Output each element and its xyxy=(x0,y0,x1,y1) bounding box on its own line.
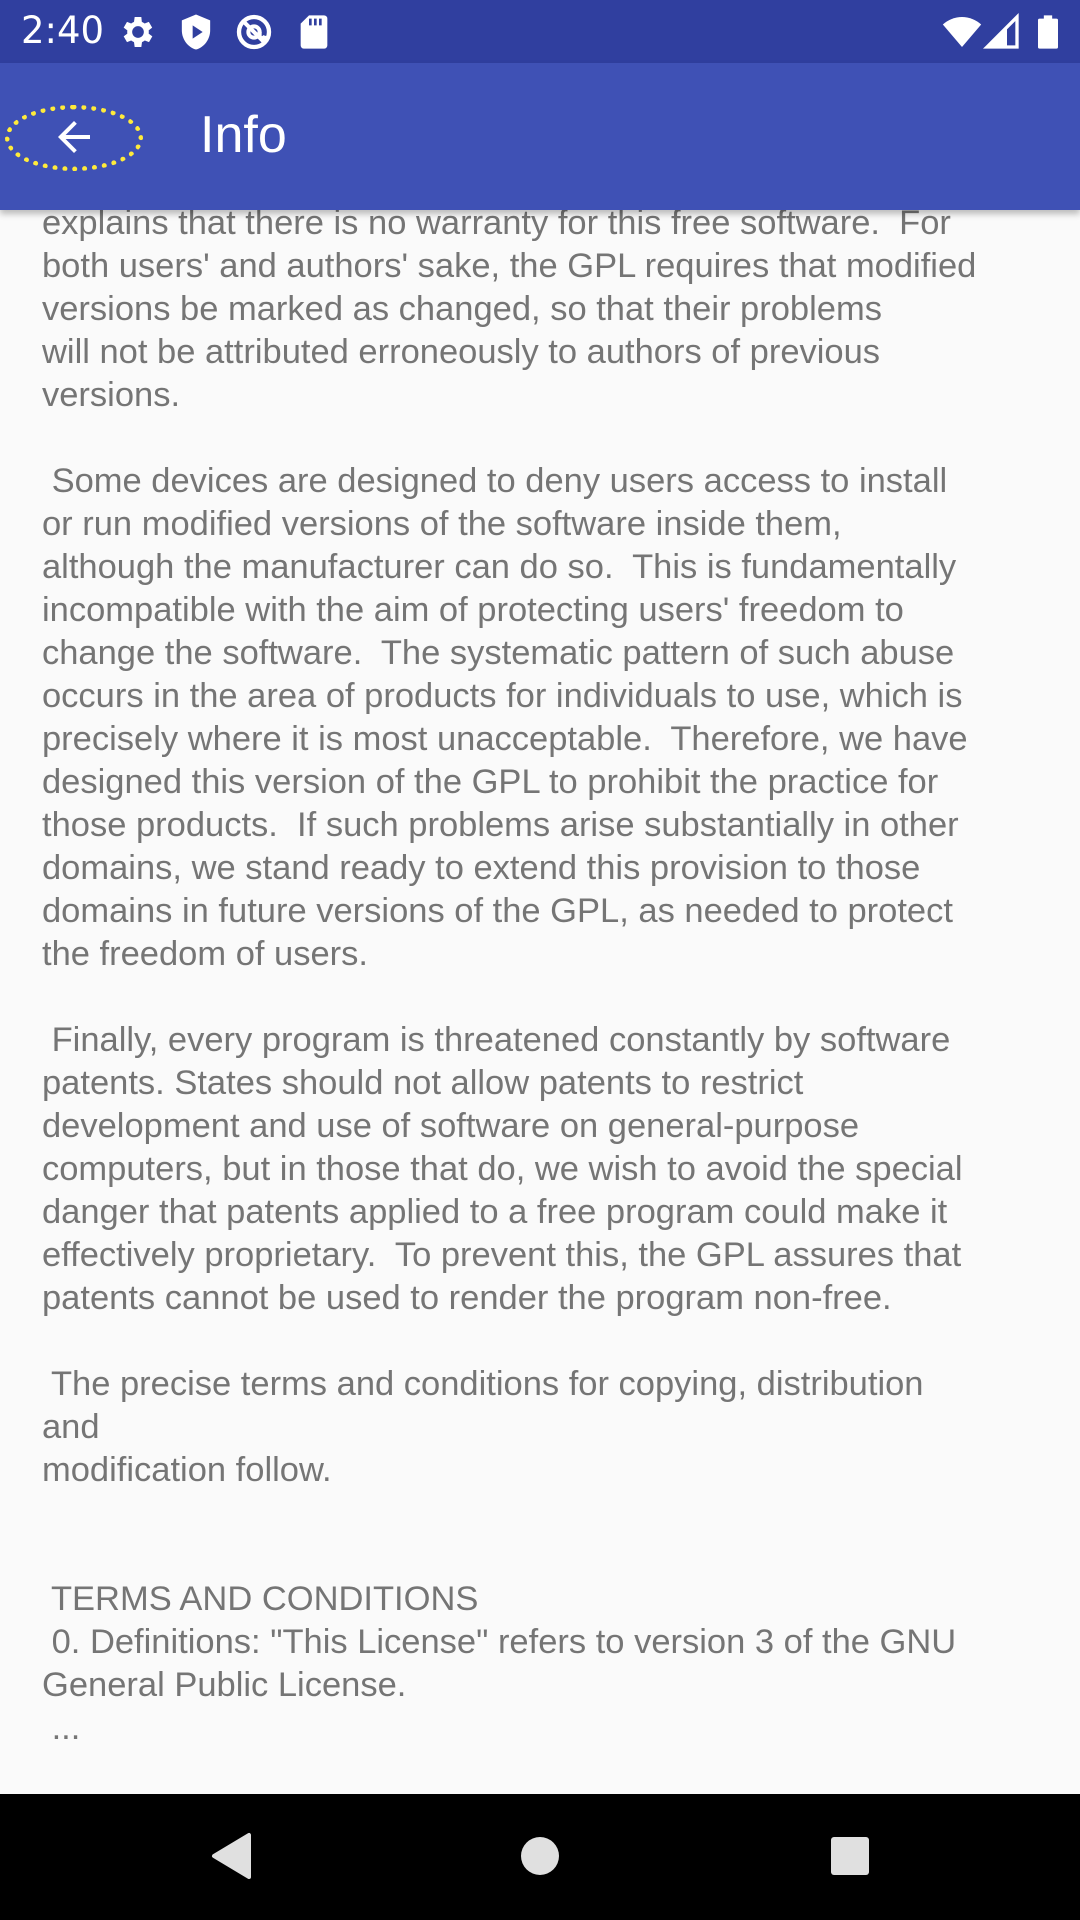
license-line: patents. States should not allow patents… xyxy=(42,1064,804,1102)
license-line xyxy=(42,976,1052,1019)
license-line: incompatible with the aim of protecting … xyxy=(42,591,904,629)
license-line: General Public License. xyxy=(42,1666,407,1704)
wifi-icon xyxy=(942,17,982,47)
license-line: occurs in the area of products for indiv… xyxy=(42,677,963,715)
license-line: the freedom of users. xyxy=(42,935,368,973)
license-line: although the manufacturer can do so. Thi… xyxy=(42,548,957,586)
license-line: change the software. The systematic patt… xyxy=(42,634,955,672)
signal-icon xyxy=(982,12,1019,49)
license-line: domains, we stand ready to extend this p… xyxy=(42,849,921,887)
license-line: effectively proprietary. To prevent this… xyxy=(42,1236,962,1274)
license-line: versions. xyxy=(42,376,181,414)
license-line: Some devices are designed to deny users … xyxy=(42,462,948,500)
status-time: 2:40 xyxy=(21,9,105,52)
license-line xyxy=(42,1535,1052,1578)
license-line: The precise terms and conditions for cop… xyxy=(42,1365,924,1403)
license-line: and xyxy=(42,1408,100,1446)
back-triangle-icon[interactable] xyxy=(204,1821,274,1891)
license-line xyxy=(42,417,1052,460)
license-line: those products. If such problems arise s… xyxy=(42,806,959,844)
license-line: TERMS AND CONDITIONS xyxy=(42,1580,479,1618)
license-line: computers, but in those that do, we wish… xyxy=(42,1150,963,1188)
license-line xyxy=(42,1320,1052,1363)
license-line: 0. Definitions: "This License" refers to… xyxy=(42,1623,957,1661)
license-line: or run modified versions of the software… xyxy=(42,505,842,543)
at-sign-icon xyxy=(236,14,272,50)
license-line: will not be attributed erroneously to au… xyxy=(42,333,881,371)
license-scroll-view[interactable]: explains that there is no warranty for t… xyxy=(0,180,1080,1794)
app-bar: Info xyxy=(0,63,1080,210)
license-line: Finally, every program is threatened con… xyxy=(42,1021,951,1059)
license-line: versions be marked as changed, so that t… xyxy=(42,290,882,328)
arrow-back-icon xyxy=(58,121,90,153)
license-line: modification follow. xyxy=(42,1451,332,1489)
license-line: ... xyxy=(42,1709,81,1747)
license-line xyxy=(42,1492,1052,1535)
status-bar: 2:40 xyxy=(0,0,1080,63)
license-line: patents cannot be used to render the pro… xyxy=(42,1279,892,1317)
battery-icon xyxy=(1038,15,1058,49)
recents-square-icon[interactable] xyxy=(815,1821,885,1891)
back-button[interactable] xyxy=(2,103,143,173)
page-title: Info xyxy=(200,106,287,164)
license-line: both users' and authors' sake, the GPL r… xyxy=(42,247,977,285)
gear-icon xyxy=(123,17,153,47)
navigation-bar xyxy=(0,1794,1080,1920)
license-line: danger that patents applied to a free pr… xyxy=(42,1193,948,1231)
license-line: development and use of software on gener… xyxy=(42,1107,860,1145)
shield-play-icon xyxy=(181,14,211,50)
license-line: designed this version of the GPL to proh… xyxy=(42,763,939,801)
screen: 2:40 Info explains that there is no warr… xyxy=(0,0,1080,1920)
sd-card-icon xyxy=(300,15,328,49)
license-line: domains in future versions of the GPL, a… xyxy=(42,892,953,930)
license-text: explains that there is no warranty for t… xyxy=(42,202,1052,1750)
home-circle-icon[interactable] xyxy=(505,1821,575,1891)
license-line: precisely where it is most unacceptable.… xyxy=(42,720,968,758)
